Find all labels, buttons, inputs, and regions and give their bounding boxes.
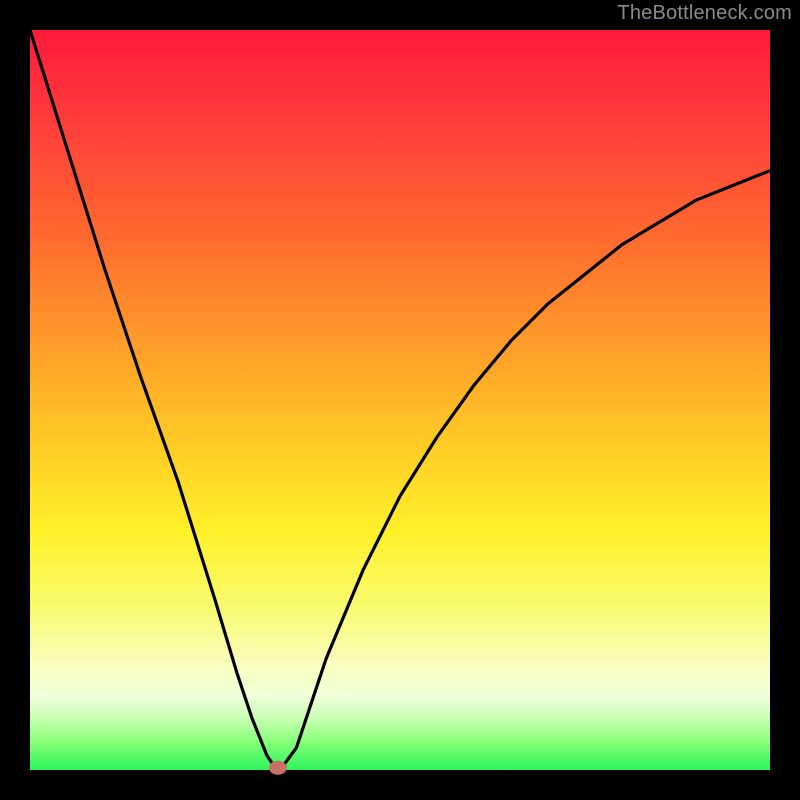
bottleneck-curve [30,30,770,768]
plot-area [30,30,770,770]
watermark-text: TheBottleneck.com [617,2,792,25]
chart-frame: TheBottleneck.com [0,0,800,800]
min-marker [269,761,287,775]
curve-svg [30,30,770,770]
